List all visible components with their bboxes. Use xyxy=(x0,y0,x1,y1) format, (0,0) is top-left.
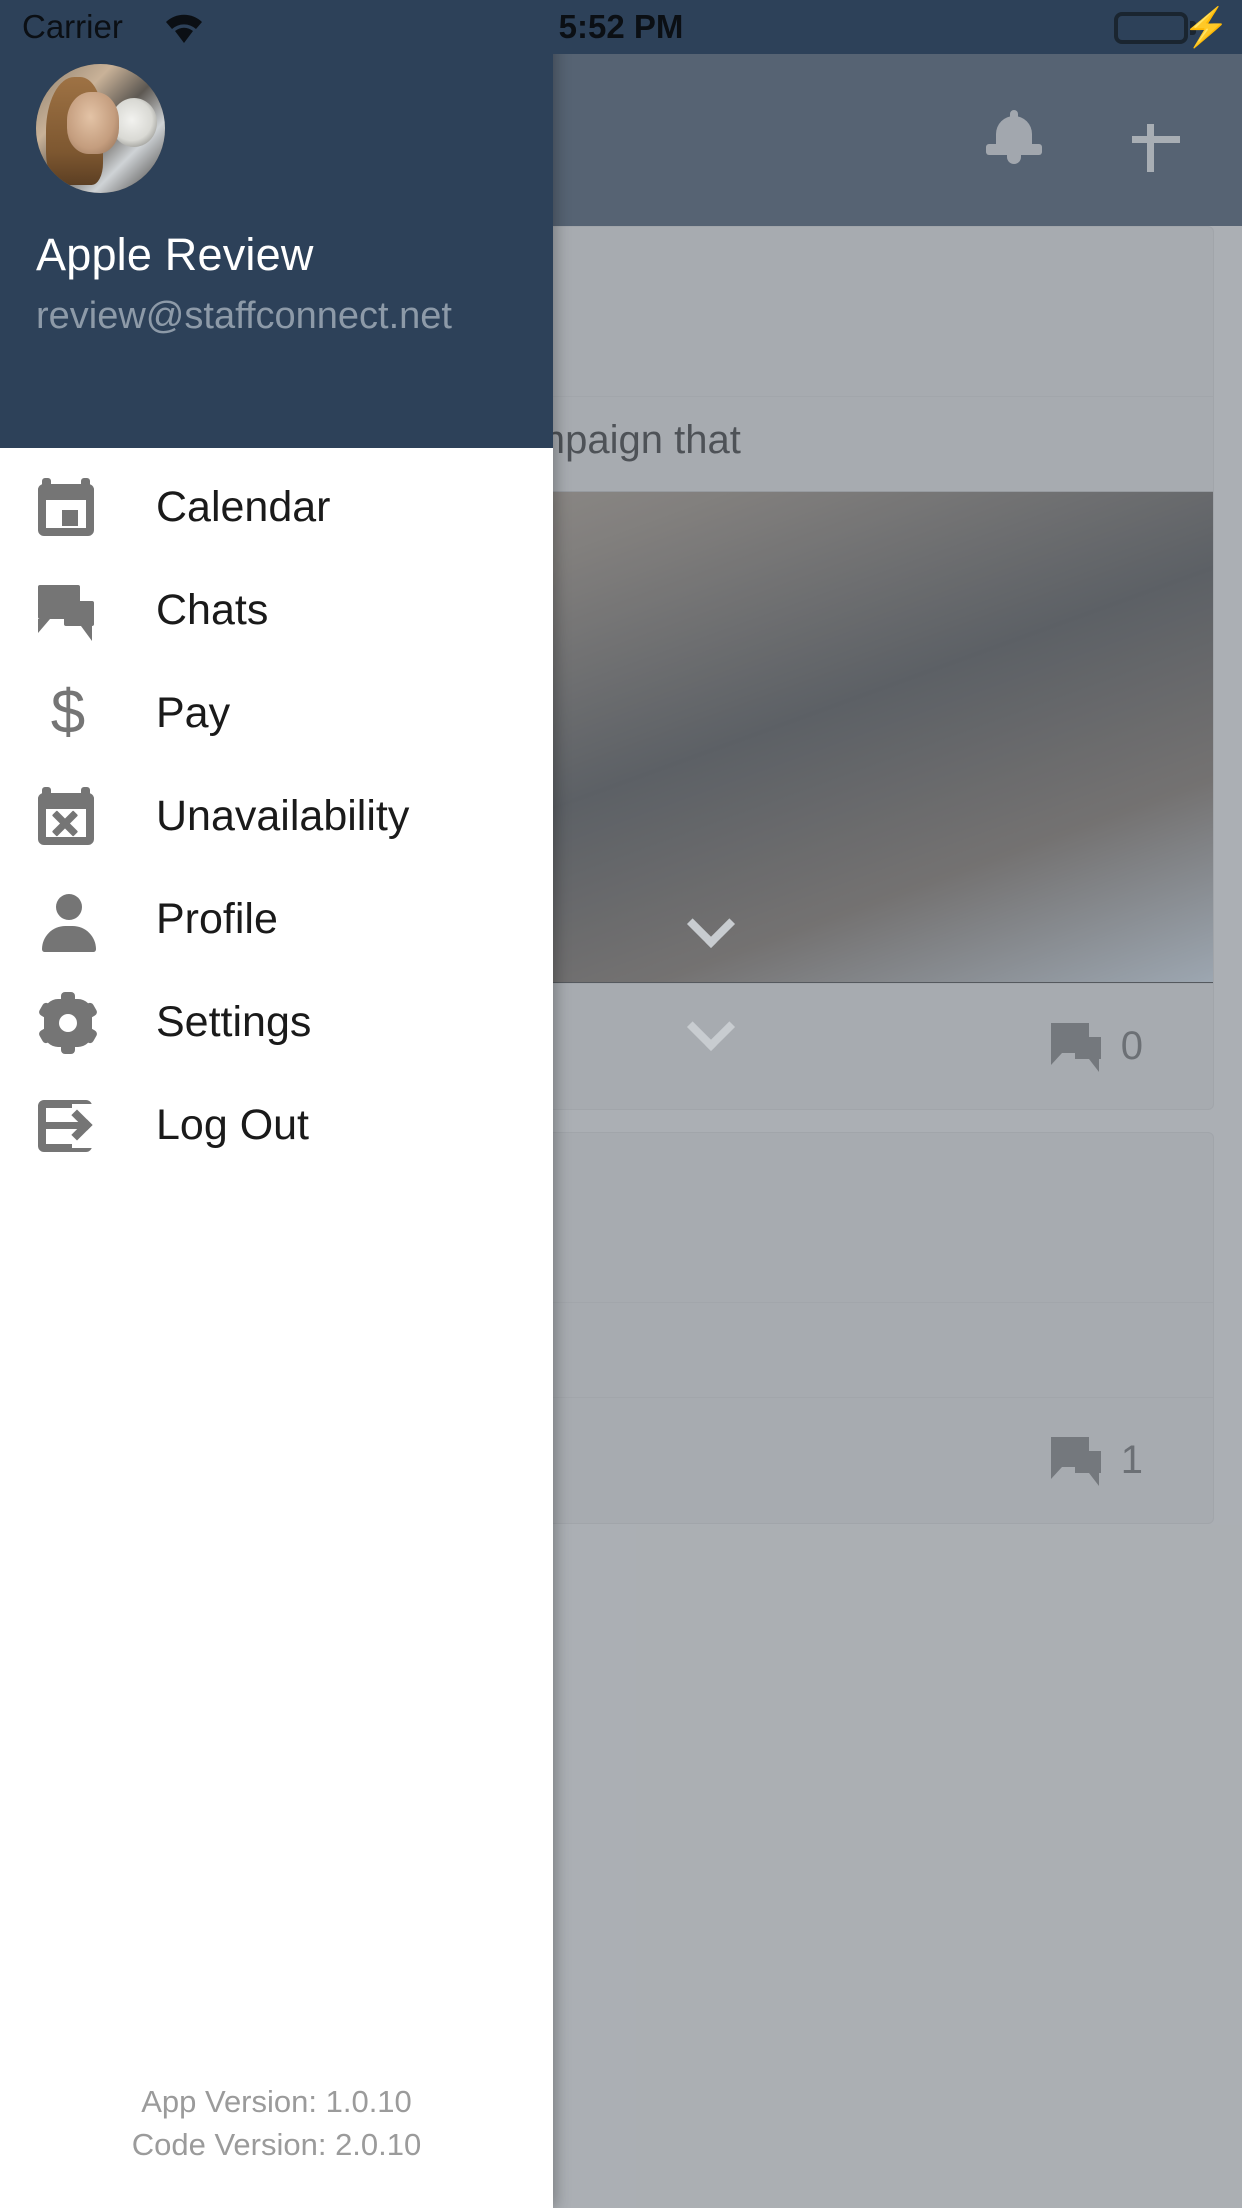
user-email: review@staffconnect.net xyxy=(36,295,452,337)
sidebar-item-unavailability[interactable]: Unavailability xyxy=(0,765,553,868)
sidebar-item-label: Profile xyxy=(156,895,278,943)
gear-icon xyxy=(36,991,100,1055)
sidebar-item-settings[interactable]: Settings xyxy=(0,971,553,1074)
navigation-drawer[interactable]: Apple Review review@staffconnect.net Cal… xyxy=(0,0,553,2208)
chevron-down-icon[interactable] xyxy=(690,907,734,933)
sidebar-item-log-out[interactable]: Log Out xyxy=(0,1074,553,1177)
chat-bubbles-icon xyxy=(36,579,100,643)
chevron-down-icon[interactable] xyxy=(690,1010,734,1036)
dollar-sign-icon: $ xyxy=(50,677,86,747)
sidebar-item-chats[interactable]: Chats xyxy=(0,559,553,662)
sidebar-item-profile[interactable]: Profile xyxy=(0,868,553,971)
lightning-bolt-icon: ⚡ xyxy=(1182,7,1230,49)
sidebar-item-label: Log Out xyxy=(156,1101,309,1149)
sidebar-item-calendar[interactable]: Calendar xyxy=(0,456,553,559)
calendar-icon xyxy=(36,476,100,540)
drawer-header: Apple Review review@staffconnect.net xyxy=(0,0,553,448)
sidebar-item-pay[interactable]: $ Pay xyxy=(0,662,553,765)
sidebar-item-label: Calendar xyxy=(156,483,331,531)
battery-icon xyxy=(1114,12,1188,44)
avatar[interactable] xyxy=(36,64,165,193)
sidebar-item-label: Unavailability xyxy=(156,792,410,840)
drawer-footer: App Version: 1.0.10 Code Version: 2.0.10 xyxy=(0,2080,553,2208)
logout-arrow-icon xyxy=(36,1094,100,1158)
clock-label: 5:52 PM xyxy=(558,8,684,45)
sidebar-item-label: Pay xyxy=(156,689,231,737)
code-version-label: Code Version: 2.0.10 xyxy=(131,2127,422,2162)
sidebar-item-label: Settings xyxy=(156,998,312,1046)
user-name: Apple Review xyxy=(36,229,314,280)
app-version-label: App Version: 1.0.10 xyxy=(141,2084,412,2119)
person-icon xyxy=(36,888,100,952)
status-bar: Carrier 5:52 PM ⚡ xyxy=(0,0,1242,54)
drawer-menu[interactable]: Calendar Chats $ Pay Unavailability Prof… xyxy=(0,448,553,2080)
sidebar-item-label: Chats xyxy=(156,586,269,634)
calendar-x-icon xyxy=(36,785,100,849)
